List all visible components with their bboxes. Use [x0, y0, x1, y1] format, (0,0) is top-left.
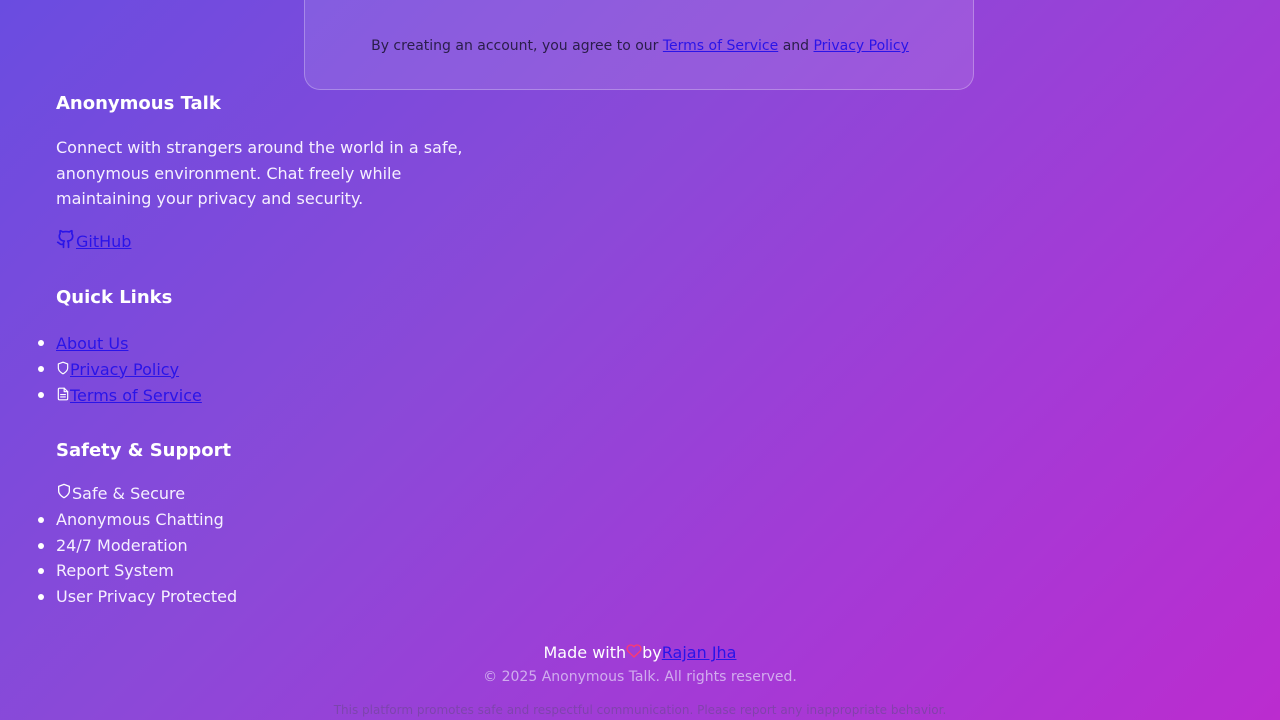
about-us-link[interactable]: About Us [56, 334, 128, 353]
footer-brand-title: Anonymous Talk [56, 93, 221, 114]
terms-of-service-footer-link[interactable]: Terms of Service [70, 386, 202, 405]
github-link[interactable]: GitHub [56, 229, 131, 253]
copyright: © 2025 Anonymous Talk. All rights reserv… [483, 669, 797, 685]
made-with-credit: Made with by Rajan Jha [0, 643, 1280, 662]
made-with-label: Made with [543, 643, 627, 662]
github-label: GitHub [76, 231, 132, 251]
safe-secure-label: Safe & Secure [72, 483, 186, 503]
quick-links-title: Quick Links [56, 287, 173, 308]
safety-notice: This platform promotes safe and respectf… [333, 703, 947, 717]
list-item: 24/7 Moderation [37, 533, 237, 559]
quick-links-list: About Us Privacy Policy Terms of Service [38, 330, 202, 408]
heart-icon [626, 643, 642, 662]
by-label: by [642, 643, 662, 662]
list-item: User Privacy Protected [37, 584, 237, 610]
github-icon [56, 229, 76, 253]
list-item: Terms of Service [38, 382, 202, 408]
author-link[interactable]: Rajan Jha [662, 643, 737, 662]
safe-secure-item: Safe & Secure [56, 483, 185, 503]
terms-of-service-link[interactable]: Terms of Service [663, 38, 778, 54]
list-item: About Us [38, 330, 202, 356]
list-item: Anonymous Chatting [37, 507, 237, 533]
privacy-policy-link[interactable]: Privacy Policy [813, 38, 908, 54]
footer-brand-description: Connect with strangers around the world … [56, 138, 463, 208]
terms-notice: By creating an account, you agree to our… [304, 38, 976, 54]
safety-support-title: Safety & Support [56, 440, 232, 461]
shield-icon [56, 483, 72, 503]
document-icon [56, 386, 70, 405]
list-item: Privacy Policy [38, 356, 202, 382]
shield-icon [56, 360, 70, 379]
terms-prefix: By creating an account, you agree to our [371, 38, 659, 54]
list-item: Report System [37, 558, 237, 584]
safety-features-list: Anonymous Chatting 24/7 Moderation Repor… [37, 507, 237, 610]
terms-and: and [782, 38, 810, 54]
privacy-policy-footer-link[interactable]: Privacy Policy [70, 360, 179, 379]
